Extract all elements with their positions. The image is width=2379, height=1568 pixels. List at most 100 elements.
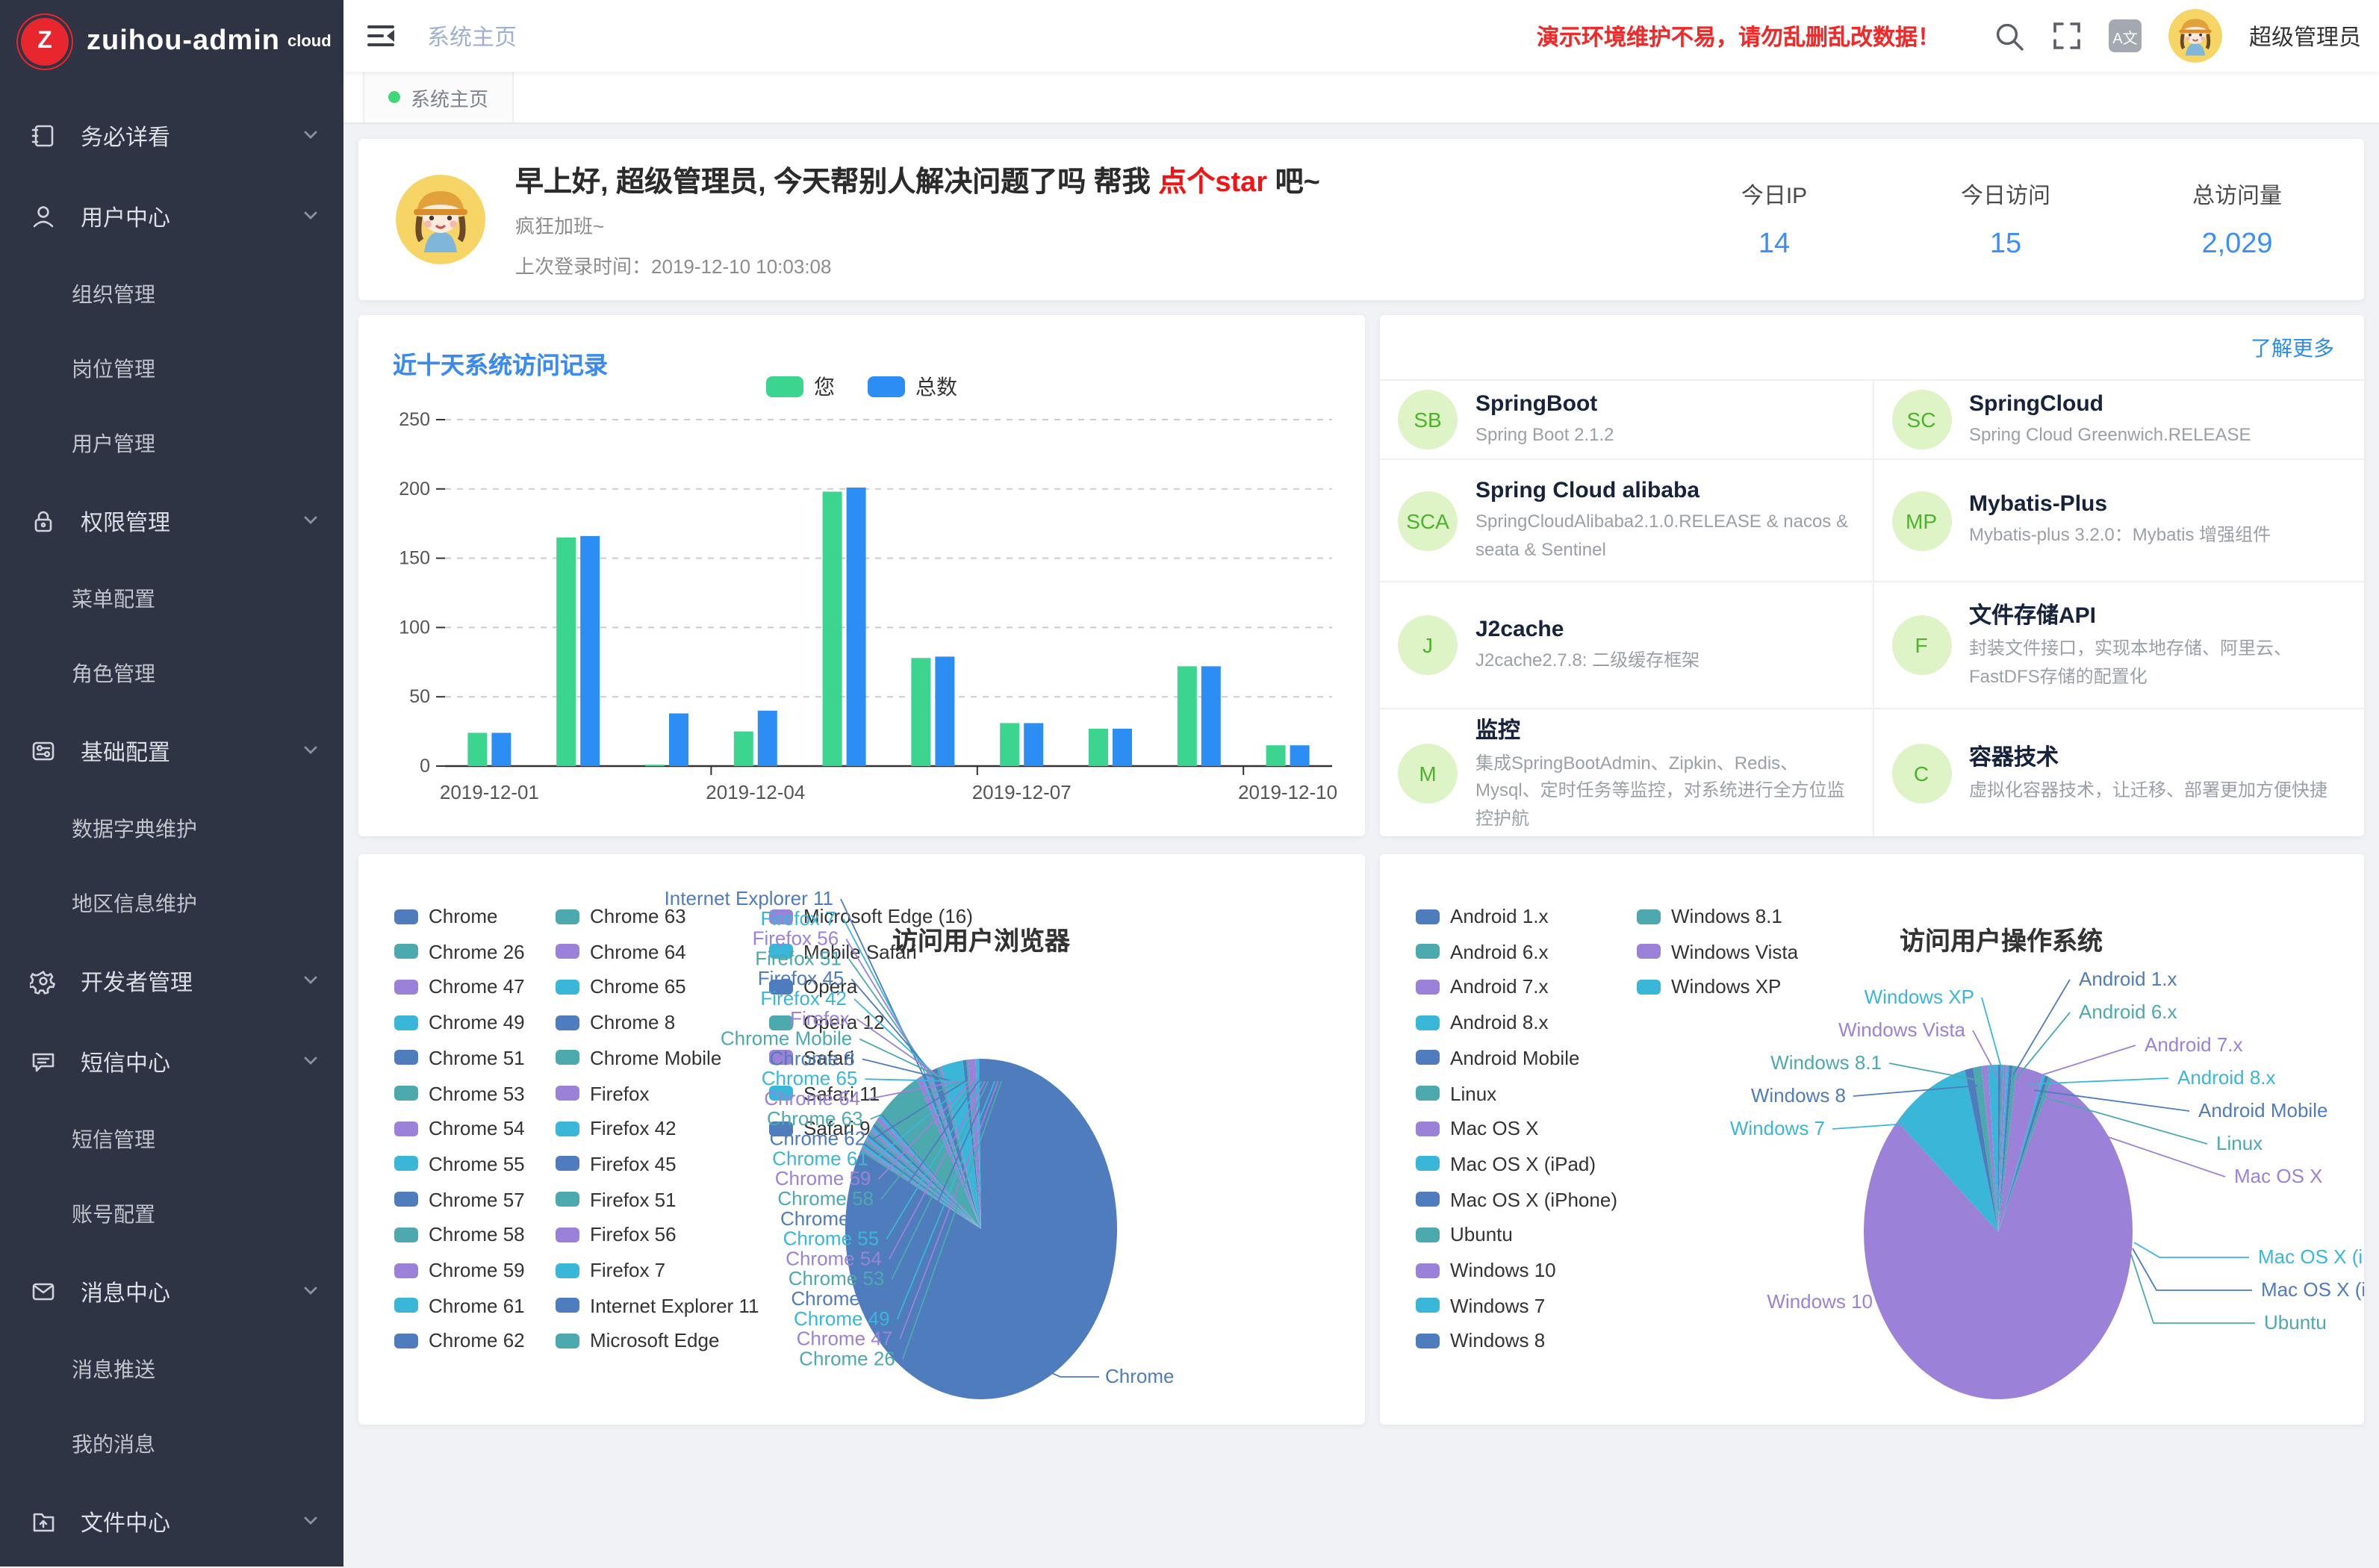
app-logo[interactable]: Z zuihou-admin cloud (0, 0, 343, 84)
tech-desc: J2cache2.7.8: 二级缓存框架 (1475, 646, 1699, 673)
legend-label: Chrome 58 (429, 1224, 525, 1246)
legend-item[interactable]: Mac OS X (1416, 1117, 1539, 1139)
legend-item[interactable]: Windows 8 (1416, 1330, 1545, 1352)
legend-item[interactable]: Ubuntu (1416, 1224, 1513, 1246)
sidebar-subitem[interactable]: 消息推送 (0, 1332, 343, 1407)
legend-item[interactable]: Firefox (556, 1082, 649, 1104)
legend-item[interactable]: Safari 11 (769, 1082, 880, 1104)
sidebar-item-0[interactable]: 务必详看 (0, 96, 343, 176)
legend-item[interactable]: Android 1.x (1416, 905, 1549, 927)
legend-item[interactable]: Mac OS X (iPad) (1416, 1153, 1596, 1175)
translate-icon[interactable]: A文 (2109, 19, 2142, 52)
legend-label: Chrome 51 (429, 1047, 525, 1069)
legend-item[interactable]: Chrome 53 (394, 1082, 525, 1104)
legend-item[interactable]: Android 7.x (1416, 976, 1549, 998)
legend-item[interactable]: Linux (1416, 1082, 1496, 1104)
legend-item[interactable]: Chrome 49 (394, 1011, 525, 1033)
legend-item[interactable]: Chrome (394, 905, 498, 927)
legend-item[interactable]: Firefox 42 (556, 1117, 677, 1139)
legend-item[interactable]: Firefox 7 (556, 1259, 665, 1281)
legend-swatch (556, 1334, 579, 1348)
tech-title: 容器技术 (1969, 741, 2327, 772)
legend-label: Chrome 54 (429, 1117, 525, 1139)
legend-label: Chrome 59 (429, 1259, 525, 1281)
legend-item[interactable]: Internet Explorer 11 (556, 1294, 759, 1316)
learn-more-link[interactable]: 了解更多 (2251, 332, 2334, 362)
menu-fold-icon[interactable] (364, 19, 397, 52)
sidebar-subitem[interactable]: 用户管理 (0, 406, 343, 481)
sidebar-subitem[interactable]: 角色管理 (0, 636, 343, 711)
legend-item[interactable]: Windows XP (1637, 976, 1781, 998)
legend-item[interactable]: Windows Vista (1637, 940, 1798, 962)
legend-item[interactable]: Windows 7 (1416, 1294, 1545, 1316)
sidebar-item-1[interactable]: 用户中心 (0, 176, 343, 257)
legend-item[interactable]: Chrome 59 (394, 1259, 525, 1281)
user-avatar[interactable] (2168, 9, 2222, 63)
notebook-icon (30, 122, 57, 149)
sidebar-subitem[interactable]: 短信管理 (0, 1102, 343, 1177)
sidebar-item-label: 短信中心 (81, 1046, 302, 1077)
legend-item[interactable]: Safari (769, 1047, 854, 1069)
breadcrumb[interactable]: 系统主页 (427, 20, 517, 52)
username-label[interactable]: 超级管理员 (2249, 20, 2361, 52)
legend-item[interactable]: Chrome 55 (394, 1153, 525, 1175)
sidebar-item-7[interactable]: 文件中心 (0, 1481, 343, 1562)
sidebar-subitem[interactable]: 数据字典维护 (0, 791, 343, 866)
legend-item[interactable]: Microsoft Edge (556, 1330, 719, 1352)
legend-item[interactable]: Chrome Mobile (556, 1047, 721, 1069)
stat-今日IP: 今日IP14 (1714, 178, 1834, 261)
bar-chart-plot[interactable]: 0501001502002502019-12-012019-12-042019-… (358, 375, 1365, 830)
legend-item[interactable]: Safari 9 (769, 1117, 871, 1139)
legend-item[interactable]: Chrome 26 (394, 940, 525, 962)
sidebar-item-3[interactable]: 基础配置 (0, 711, 343, 791)
legend-item[interactable]: Android Mobile (1416, 1047, 1579, 1069)
legend-item[interactable]: Windows 8.1 (1637, 905, 1782, 927)
star-link[interactable]: 点个star (1158, 167, 1267, 199)
user-icon (30, 203, 57, 230)
sidebar-item-6[interactable]: 消息中心 (0, 1251, 343, 1332)
legend-item[interactable]: Opera 12 (769, 1011, 884, 1033)
sidebar-subitem[interactable]: 账号配置 (0, 1177, 343, 1251)
sidebar-subitem[interactable]: 岗位管理 (0, 332, 343, 406)
browser-pie-card: 访问用户浏览器 ChromeChrome 26Chrome 47Chrome 4… (358, 854, 1365, 1425)
tech-item-容器技术: C容器技术虚拟化容器技术，让迁移、部署更加方便快捷 (1872, 709, 2364, 836)
legend-item[interactable]: Chrome 63 (556, 905, 686, 927)
legend-item[interactable]: Opera (769, 976, 857, 998)
legend-label: Chrome 57 (429, 1188, 525, 1210)
sidebar-subitem[interactable]: 菜单配置 (0, 561, 343, 636)
sidebar-item-2[interactable]: 权限管理 (0, 481, 343, 561)
legend-item[interactable]: Android 8.x (1416, 1011, 1549, 1033)
legend-item[interactable]: Chrome 8 (556, 1011, 675, 1033)
legend-item[interactable]: Mac OS X (iPhone) (1416, 1188, 1617, 1210)
legend-item[interactable]: Chrome 51 (394, 1047, 525, 1069)
app-name-suffix: cloud (287, 33, 332, 51)
legend-swatch (394, 1334, 418, 1348)
legend-item[interactable]: Chrome 62 (394, 1330, 525, 1352)
legend-item[interactable]: Windows 10 (1416, 1259, 1556, 1281)
legend-item[interactable]: Firefox 56 (556, 1224, 677, 1246)
sidebar-subitem[interactable]: 我的消息 (0, 1407, 343, 1481)
legend-item[interactable]: Chrome 54 (394, 1117, 525, 1139)
sidebar-subitem[interactable]: 组织管理 (0, 257, 343, 332)
sidebar-item-4[interactable]: 开发者管理 (0, 941, 343, 1021)
legend-label: Chrome (429, 905, 498, 927)
sidebar-item-5[interactable]: 短信中心 (0, 1021, 343, 1102)
search-icon[interactable] (1994, 20, 2025, 52)
legend-item[interactable]: Firefox 45 (556, 1153, 677, 1175)
legend-item[interactable]: Android 6.x (1416, 940, 1549, 962)
legend-item[interactable]: Chrome 64 (556, 940, 686, 962)
legend-item[interactable]: Chrome 61 (394, 1294, 525, 1316)
tech-title: Mybatis-Plus (1969, 491, 2271, 517)
legend-item[interactable]: Firefox 51 (556, 1188, 677, 1210)
legend-swatch (1416, 1298, 1440, 1313)
fullscreen-icon[interactable] (2052, 21, 2082, 51)
tab-home[interactable]: 系统主页 (363, 72, 514, 122)
legend-item[interactable]: Chrome 47 (394, 976, 525, 998)
legend-swatch (394, 1298, 418, 1313)
sidebar-subitem[interactable]: 地区信息维护 (0, 866, 343, 941)
tech-item-Spring Cloud alibaba: SCASpring Cloud alibabaSpringCloudAlibab… (1380, 460, 1872, 582)
legend-item[interactable]: Chrome 58 (394, 1224, 525, 1246)
tech-item-SpringBoot: SBSpringBootSpring Boot 2.1.2 (1380, 381, 1872, 460)
legend-item[interactable]: Chrome 65 (556, 976, 686, 998)
legend-item[interactable]: Chrome 57 (394, 1188, 525, 1210)
